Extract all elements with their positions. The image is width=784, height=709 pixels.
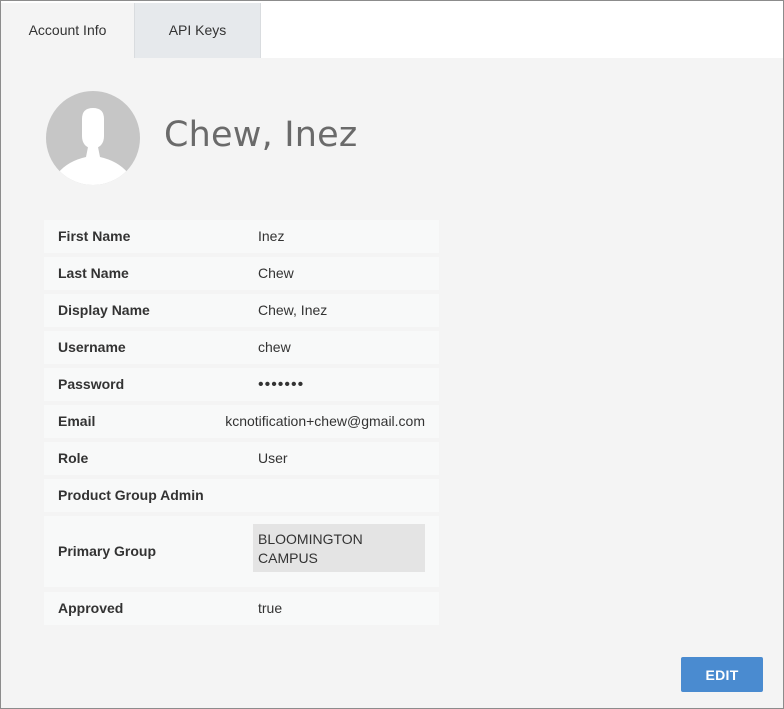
primary-group-value: BLOOMINGTON CAMPUS: [253, 524, 425, 572]
approved-label: Approved: [58, 600, 124, 616]
row-role: Role User: [44, 442, 439, 475]
display-name-value: Chew, Inez: [258, 302, 328, 318]
product-group-admin-label: Product Group Admin: [58, 487, 204, 503]
password-value: •••••••: [258, 376, 305, 393]
email-label: Email: [58, 413, 96, 429]
page-title: Chew, Inez: [164, 115, 358, 155]
username-value: chew: [258, 339, 291, 355]
row-product-group-admin: Product Group Admin: [44, 479, 439, 512]
row-display-name: Display Name Chew, Inez: [44, 294, 439, 327]
role-value: User: [258, 450, 288, 466]
row-password: Password •••••••: [44, 368, 439, 401]
tab-api-keys[interactable]: API Keys: [134, 3, 261, 58]
display-name-label: Display Name: [58, 302, 150, 318]
first-name-value: Inez: [258, 228, 285, 244]
tab-account-info[interactable]: Account Info: [1, 3, 134, 58]
last-name-value: Chew: [258, 265, 294, 281]
account-window: Account Info API Keys Chew, Inez First N…: [0, 0, 784, 709]
primary-group-label: Primary Group: [58, 543, 157, 559]
tab-bar: Account Info API Keys: [1, 1, 783, 58]
edit-button[interactable]: EDIT: [681, 657, 763, 692]
avatar: [46, 91, 140, 185]
password-label: Password: [58, 376, 125, 392]
user-silhouette-icon: [56, 108, 130, 185]
approved-value: true: [258, 600, 283, 616]
email-value: kcnotification+chew@gmail.com: [225, 413, 425, 429]
first-name-label: First Name: [58, 228, 131, 244]
row-email: Email kcnotification+chew@gmail.com: [44, 405, 439, 438]
row-last-name: Last Name Chew: [44, 257, 439, 290]
row-approved: Approved true: [44, 592, 439, 625]
row-primary-group: Primary Group BLOOMINGTON CAMPUS: [44, 516, 439, 587]
last-name-label: Last Name: [58, 265, 129, 281]
username-label: Username: [58, 339, 126, 355]
row-username: Username chew: [44, 331, 439, 364]
role-label: Role: [58, 450, 89, 466]
row-first-name: First Name Inez: [44, 220, 439, 253]
